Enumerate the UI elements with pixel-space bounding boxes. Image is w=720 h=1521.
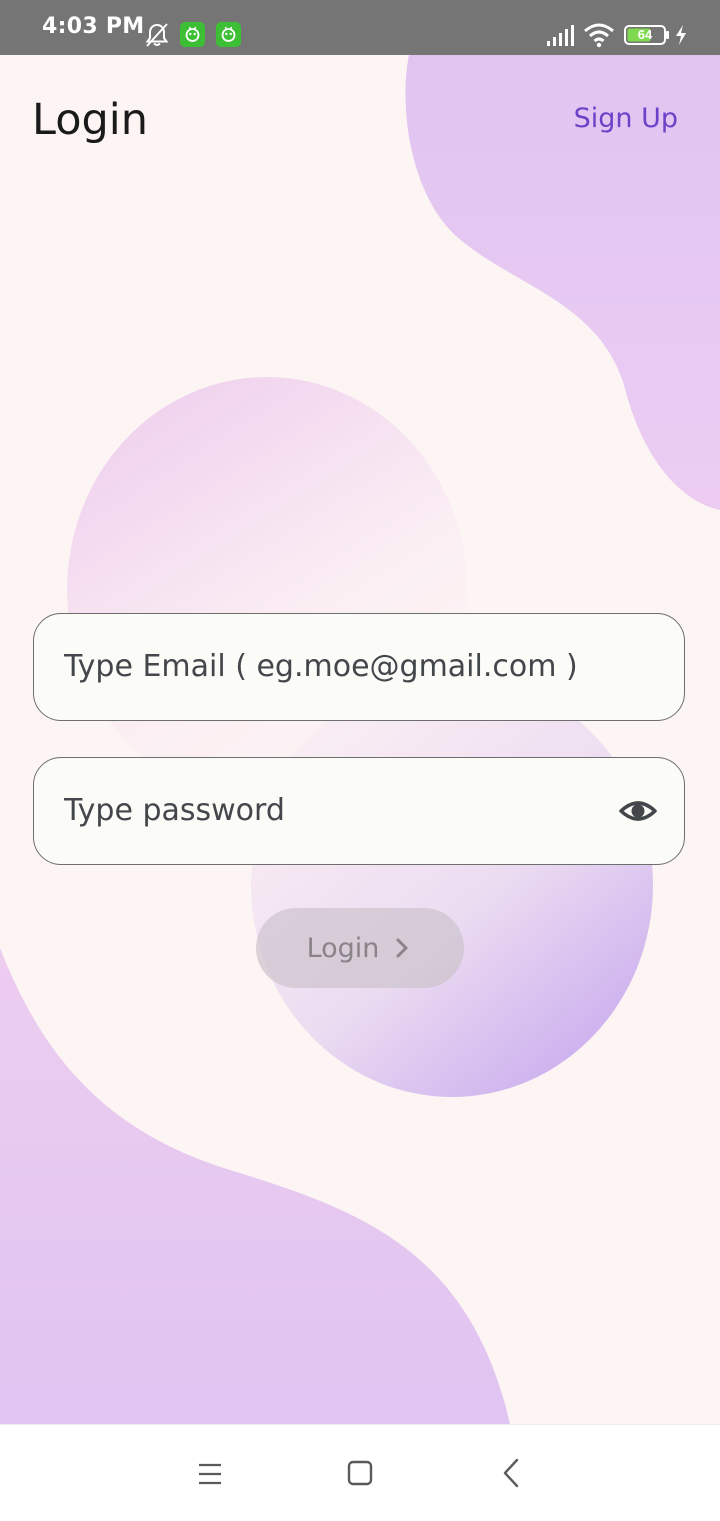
email-field-container[interactable] (33, 613, 685, 721)
email-input[interactable] (64, 614, 624, 719)
signal-icon (547, 25, 574, 46)
status-bar: 4:03 PM 64 (0, 0, 720, 55)
app-notification-icon (180, 22, 205, 47)
navigation-bar (0, 1424, 720, 1521)
status-time: 4:03 PM (42, 14, 145, 39)
sign-up-link[interactable]: Sign Up (574, 103, 678, 134)
charging-icon (676, 25, 686, 45)
page-title: Login (32, 95, 149, 145)
login-button-label: Login (306, 932, 380, 964)
menu-icon[interactable] (190, 1455, 230, 1495)
back-icon[interactable] (492, 1455, 532, 1495)
notifications-off-icon (145, 23, 169, 47)
app-notification-icon (216, 22, 241, 47)
login-button[interactable]: Login (256, 908, 464, 988)
battery-icon: 64 (624, 25, 670, 45)
home-icon[interactable] (340, 1455, 380, 1495)
wifi-icon (584, 23, 614, 48)
visibility-toggle-icon[interactable] (618, 791, 658, 831)
password-field-container[interactable] (33, 757, 685, 865)
password-input[interactable] (64, 758, 624, 863)
battery-level: 64 (637, 27, 653, 42)
chevron-right-icon (396, 938, 408, 958)
